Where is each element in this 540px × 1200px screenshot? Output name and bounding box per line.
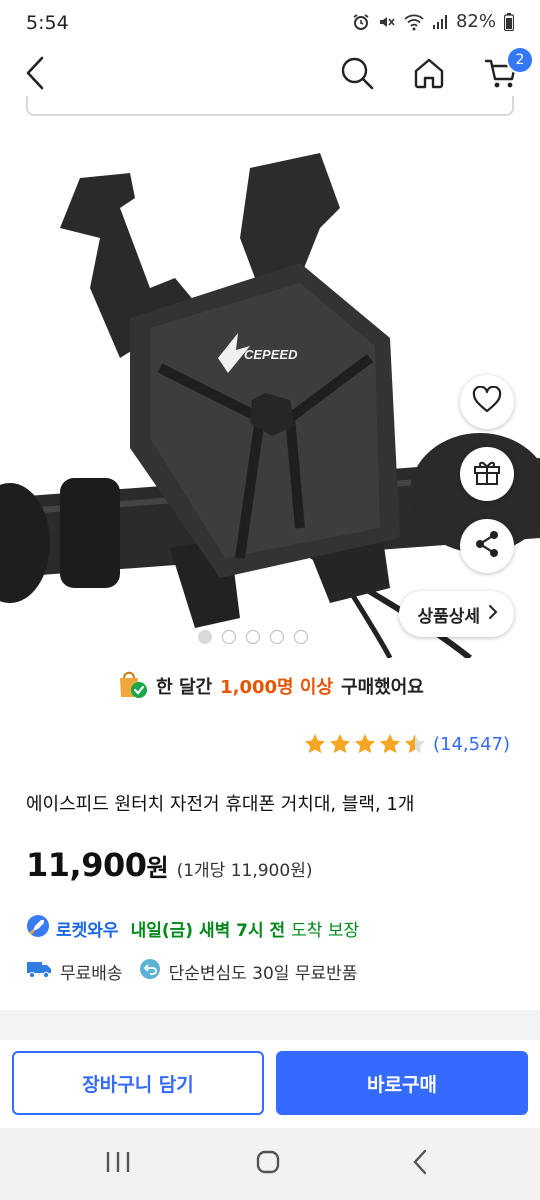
star-icon: [404, 734, 425, 754]
search-icon: [340, 56, 374, 94]
pagination-dot[interactable]: [246, 630, 260, 644]
bottom-action-bar: 장바구니 담기 바로구매: [0, 1040, 540, 1128]
shopping-bag-check-icon: [116, 668, 148, 705]
recent-apps-button[interactable]: [88, 1146, 148, 1182]
system-navigation-bar: [0, 1128, 540, 1200]
cart-count-badge: 2: [506, 46, 534, 74]
status-time: 5:54: [26, 12, 69, 34]
rocket-icon: [26, 914, 50, 943]
mute-icon: [378, 13, 396, 31]
alarm-icon: [352, 13, 370, 31]
signal-icon: [432, 14, 448, 30]
chevron-left-icon: [24, 56, 46, 94]
back-button[interactable]: [12, 52, 58, 98]
search-bar-remnant: [26, 96, 514, 116]
star-icon: [354, 734, 375, 754]
section-divider: [0, 1010, 540, 1040]
price-row: 11,900원 (1개당 11,900원): [26, 846, 312, 884]
free-shipping-label: 무료배송: [60, 964, 123, 984]
delivery-guarantee: 도착 보장: [291, 921, 360, 941]
heart-icon: [472, 385, 502, 418]
pagination-dot[interactable]: [270, 630, 284, 644]
home-circle-icon: [255, 1149, 281, 1179]
product-image[interactable]: CEPEED: [0, 118, 540, 658]
purchase-count-note: 한 달간 1,000명 이상 구매했어요: [0, 666, 540, 706]
price-amount: 11,900: [26, 846, 147, 884]
product-image-art: CEPEED: [0, 153, 540, 658]
perk-row: 무료배송 단순변심도 30일 무료반품: [26, 958, 357, 985]
gift-icon: [472, 457, 502, 491]
gift-button[interactable]: [460, 447, 514, 501]
recent-apps-icon: [105, 1150, 131, 1178]
star-icon: [379, 734, 400, 754]
battery-text: 82%: [455, 11, 496, 32]
product-detail-label: 상품상세: [417, 606, 480, 627]
search-button[interactable]: [334, 52, 380, 98]
buy-now-button[interactable]: 바로구매: [276, 1051, 528, 1115]
star-rating: [303, 732, 427, 756]
rocket-wow-label: 로켓와우: [56, 921, 119, 941]
home-system-button[interactable]: [238, 1146, 298, 1182]
image-pagination-dots: [198, 630, 308, 644]
rating-summary[interactable]: (14,547): [303, 732, 510, 756]
star-icon: [329, 734, 350, 754]
wifi-icon: [404, 13, 424, 31]
share-button[interactable]: [460, 519, 514, 573]
battery-icon: [504, 12, 514, 31]
pagination-dot[interactable]: [294, 630, 308, 644]
back-arrow-icon: [411, 1149, 429, 1179]
product-title: 에이스피드 원터치 자전거 휴대폰 거치대, 블랙, 1개: [26, 794, 415, 815]
status-bar: 5:54 82%: [0, 0, 540, 50]
return-arrow-icon: [139, 958, 161, 985]
pagination-dot[interactable]: [198, 630, 212, 644]
review-count[interactable]: (14,547): [433, 734, 510, 755]
free-return-label: 단순변심도 30일 무료반품: [168, 964, 358, 984]
chevron-right-icon: [488, 604, 498, 625]
pagination-dot[interactable]: [222, 630, 236, 644]
back-system-button[interactable]: [390, 1146, 450, 1182]
status-icons: 82%: [352, 11, 514, 32]
cart-button[interactable]: 2: [478, 46, 534, 98]
home-icon: [412, 56, 446, 94]
product-detail-button[interactable]: 상품상세: [399, 591, 514, 637]
purchase-note-highlight: 1,000명 이상: [220, 677, 334, 698]
truck-icon: [26, 959, 52, 984]
delivery-date: 내일(금) 새벽 7시 전: [130, 921, 286, 941]
price-currency: 원: [146, 854, 169, 882]
unit-price: (1개당 11,900원): [176, 861, 313, 881]
star-icon: [304, 734, 325, 754]
add-to-cart-button[interactable]: 장바구니 담기: [12, 1051, 264, 1115]
purchase-note-prefix: 한 달간: [156, 677, 213, 698]
purchase-note-suffix: 구매했어요: [341, 677, 424, 698]
delivery-info: 로켓와우 내일(금) 새벽 7시 전 도착 보장: [26, 914, 359, 943]
wishlist-button[interactable]: [460, 375, 514, 429]
brand-logo-text: CEPEED: [244, 347, 298, 362]
share-icon: [472, 529, 502, 563]
home-button[interactable]: [406, 52, 452, 98]
